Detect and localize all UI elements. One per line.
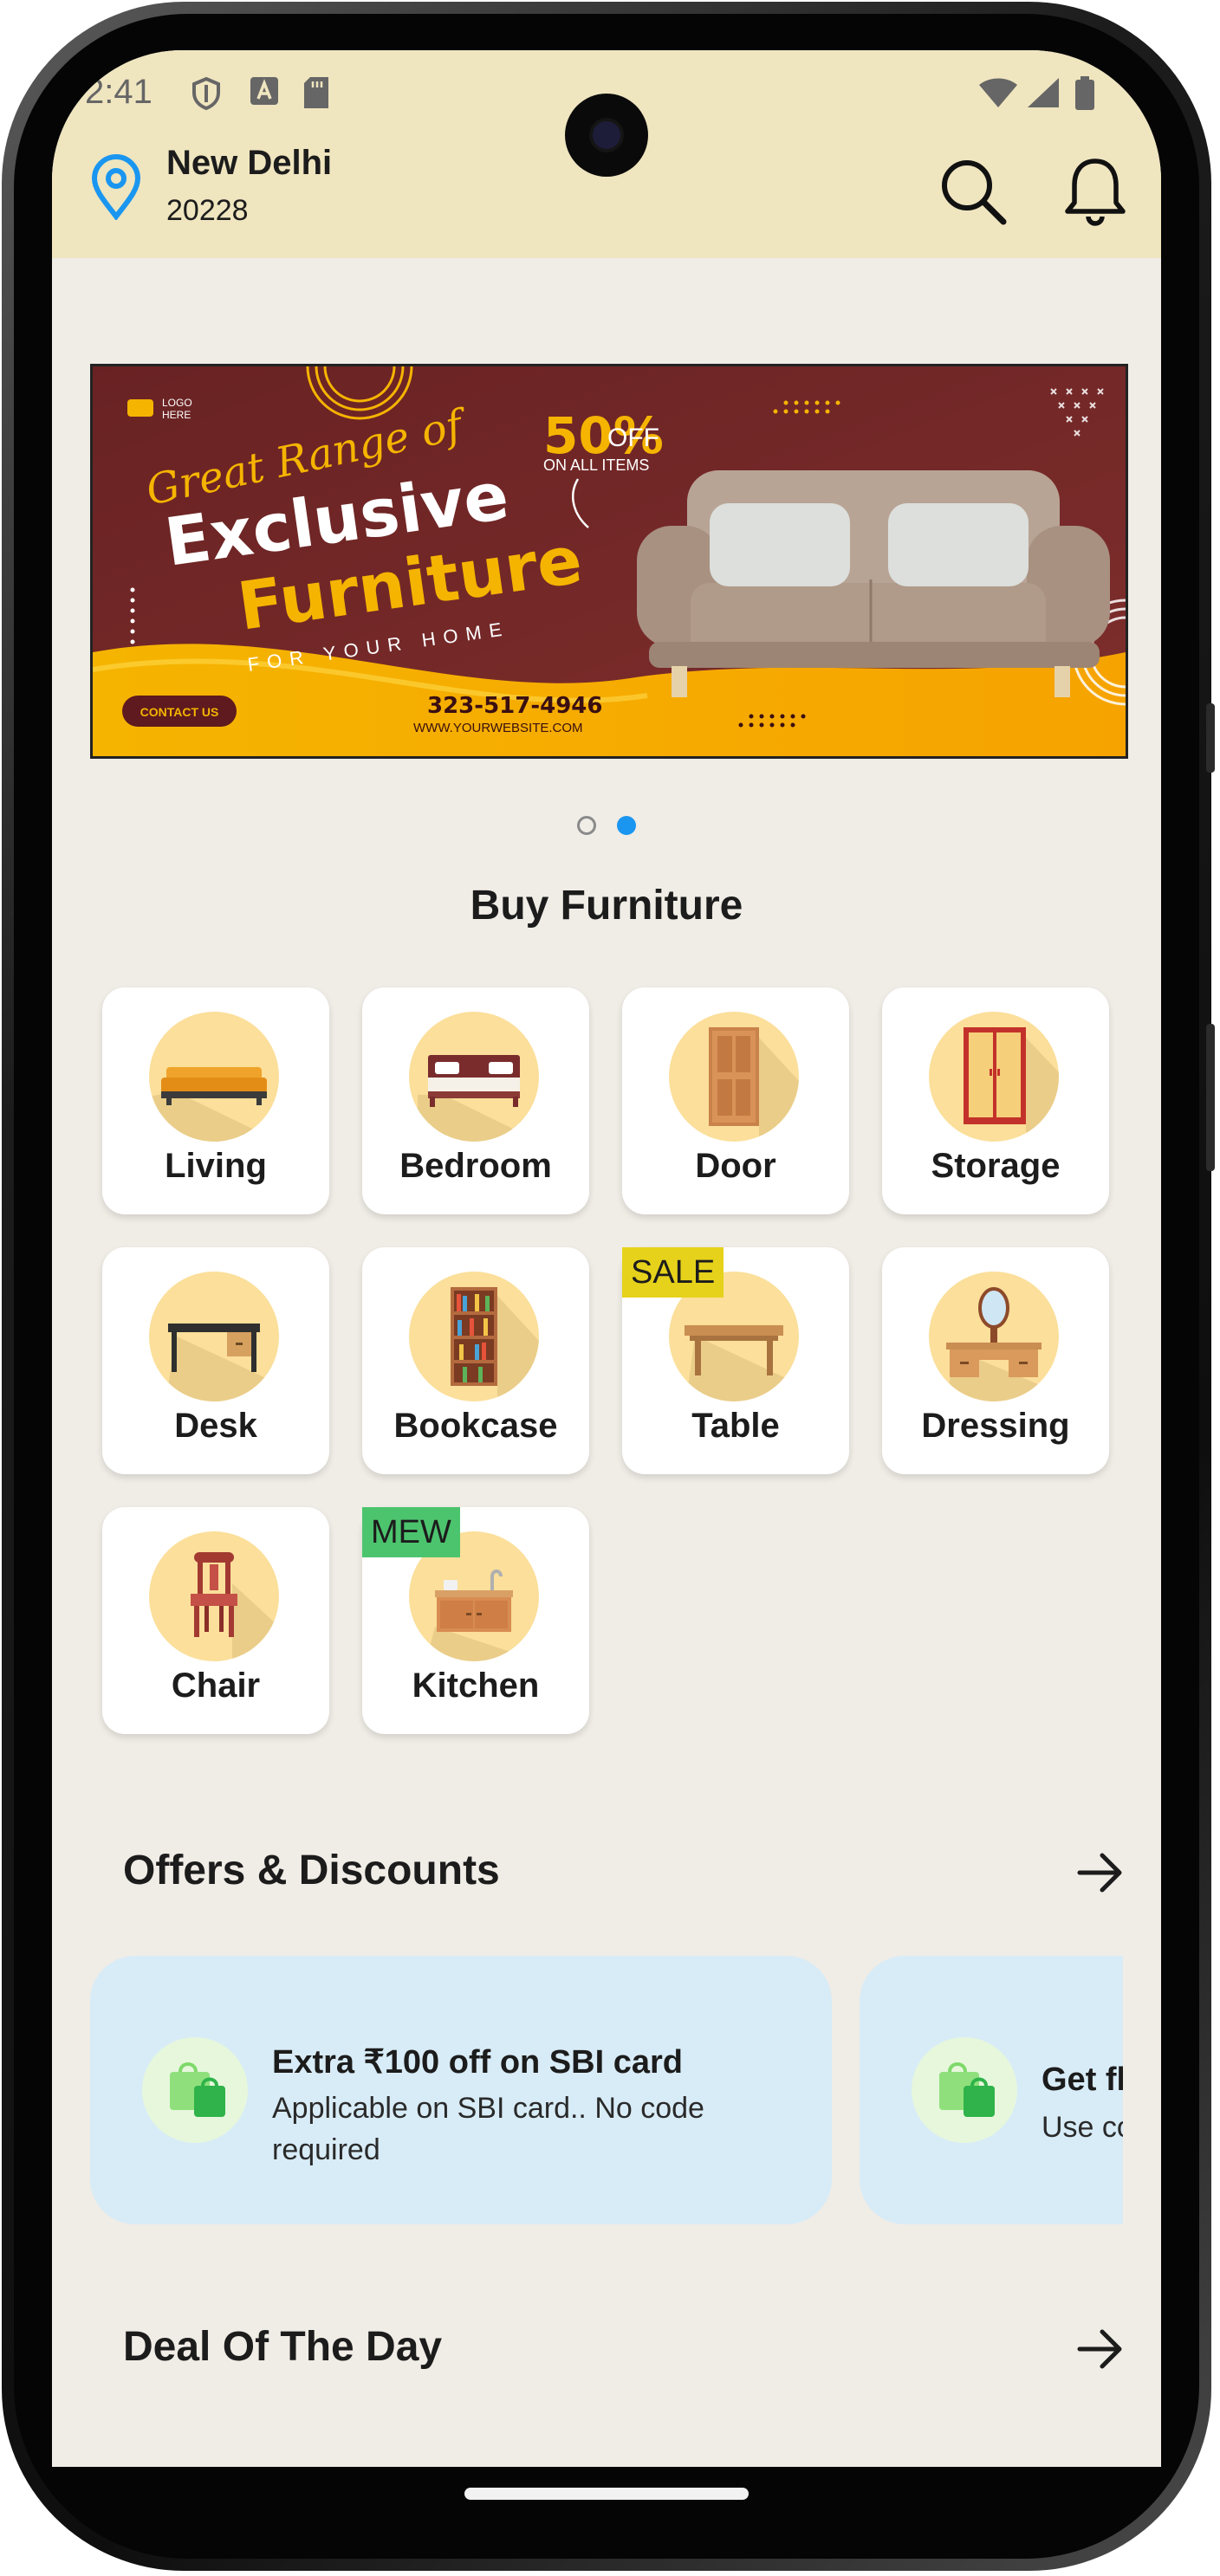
battery-icon — [1075, 76, 1094, 110]
category-tile-storage[interactable]: Storage — [882, 987, 1109, 1214]
promo-banner[interactable]: LOGO HERE Great Range of Exclusive Furni… — [90, 364, 1128, 759]
wardrobe-icon — [964, 1027, 1059, 1142]
category-tile-dressing[interactable]: Dressing — [882, 1247, 1109, 1474]
offer-title: Extra ₹100 off on SBI card — [272, 2044, 683, 2081]
offer-icon-bg — [142, 2037, 248, 2143]
app-screen: 2:41 New Delhi 20228 LOGO HERE Great Ran… — [52, 50, 1161, 2467]
banner-logo-text: LOGO — [162, 397, 192, 409]
category-tile-table[interactable]: Table SALE — [622, 1247, 849, 1474]
chair-icon — [191, 1552, 279, 1661]
category-label: Desk — [174, 1407, 257, 1445]
category-label: Living — [165, 1147, 267, 1185]
category-icon-bg — [409, 1012, 539, 1142]
category-label: Bedroom — [399, 1147, 552, 1185]
offer-subtitle: Use co — [1042, 2111, 1123, 2144]
category-tile-kitchen[interactable]: Kitchen MEW — [362, 1507, 589, 1734]
offer-card[interactable]: Extra ₹100 off on SBI card Applicable on… — [90, 1956, 832, 2224]
carousel-dot[interactable] — [577, 816, 596, 835]
location-pin-icon[interactable] — [90, 154, 142, 220]
category-label: Storage — [931, 1147, 1061, 1185]
category-tile-bedroom[interactable]: Bedroom — [362, 987, 589, 1214]
banner-off: OFF — [607, 424, 659, 452]
category-tile-door[interactable]: Door — [622, 987, 849, 1214]
offers-section-title: Offers & Discounts — [123, 1848, 500, 1893]
app-header: 2:41 New Delhi 20228 — [52, 50, 1161, 258]
category-tile-chair[interactable]: Chair — [102, 1507, 329, 1734]
category-icon-bg — [409, 1272, 539, 1401]
door-icon — [709, 1027, 799, 1142]
banner-phone: 323-517-4946 — [427, 693, 603, 719]
home-indicator[interactable] — [464, 2488, 749, 2500]
category-label: Bookcase — [393, 1407, 558, 1445]
category-label: Chair — [171, 1667, 261, 1705]
dressing-table-icon — [946, 1287, 1059, 1401]
shopping-bags-icon — [170, 2062, 225, 2117]
offer-icon-bg — [912, 2037, 1017, 2143]
cellular-signal-icon — [1028, 78, 1059, 107]
arrow-right-icon[interactable] — [1074, 1847, 1126, 1899]
sofa-illustration — [637, 470, 1110, 697]
arrow-right-icon[interactable] — [1074, 2323, 1126, 2375]
categories-title: Buy Furniture — [470, 883, 743, 929]
a-notification-icon — [250, 77, 278, 105]
category-icon-bg — [149, 1012, 279, 1142]
status-time: 2:41 — [85, 73, 152, 111]
desk-icon — [166, 1324, 279, 1401]
offer-title: Get fl — [1042, 2061, 1123, 2098]
carousel-dot-active[interactable] — [617, 816, 636, 835]
shopping-bags-icon — [939, 2062, 995, 2117]
phone-side-button — [1206, 703, 1215, 773]
location-pincode[interactable]: 20228 — [166, 194, 249, 228]
banner-contact-label: CONTACT US — [140, 705, 219, 719]
category-icon-bg — [149, 1531, 279, 1661]
location-city[interactable]: New Delhi — [166, 144, 332, 183]
category-label: Kitchen — [412, 1667, 540, 1705]
category-tile-living[interactable]: Living — [102, 987, 329, 1214]
shield-icon — [192, 76, 220, 111]
banner-all-items: ON ALL ITEMS — [543, 456, 649, 474]
category-label: Door — [695, 1147, 776, 1185]
category-tile-bookcase[interactable]: Bookcase — [362, 1247, 589, 1474]
banner-artwork: LOGO HERE Great Range of Exclusive Furni… — [93, 366, 1126, 756]
category-label: Dressing — [921, 1407, 1070, 1445]
sofa-icon — [149, 1067, 279, 1142]
deal-section-title: Deal Of The Day — [123, 2324, 443, 2370]
category-icon-bg — [929, 1272, 1059, 1401]
bed-icon — [418, 1055, 539, 1142]
category-icon-bg — [929, 1012, 1059, 1142]
sale-badge: SALE — [622, 1247, 724, 1298]
sd-card-icon — [304, 77, 328, 108]
category-tile-desk[interactable]: Desk — [102, 1247, 329, 1474]
banner-logo-text-2: HERE — [162, 409, 191, 421]
new-badge: MEW — [362, 1507, 460, 1557]
offer-subtitle: Applicable on SBI card.. No code require… — [272, 2092, 704, 2166]
banner-website: WWW.YOURWEBSITE.COM — [413, 721, 583, 735]
offer-card[interactable]: Get fl Use co — [860, 1956, 1123, 2224]
notification-bell-icon[interactable] — [1059, 154, 1132, 227]
category-label: Table — [691, 1407, 780, 1445]
carousel-indicator — [52, 816, 1161, 839]
wifi-icon — [979, 78, 1017, 107]
category-icon-bg — [149, 1272, 279, 1401]
phone-volume-button — [1206, 1024, 1215, 1171]
search-icon[interactable] — [936, 154, 1009, 227]
front-camera — [565, 94, 648, 177]
bookcase-icon — [451, 1287, 539, 1401]
category-icon-bg — [669, 1012, 799, 1142]
